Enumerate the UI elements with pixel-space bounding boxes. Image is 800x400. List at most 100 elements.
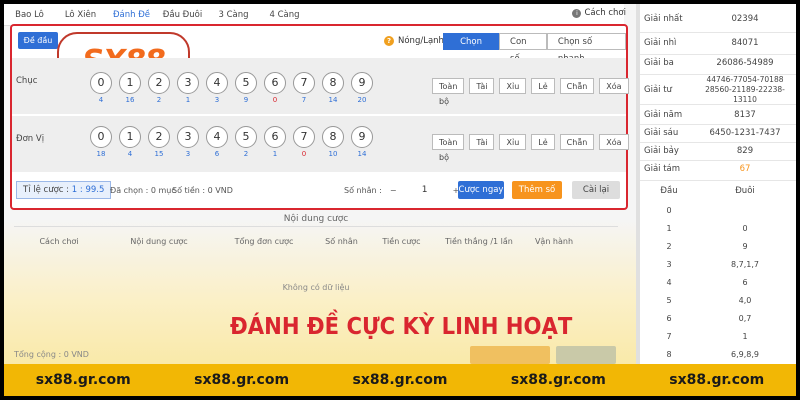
bet-now-button[interactable]: Cược ngay: [458, 181, 504, 199]
miss-count: 3: [214, 96, 220, 104]
multiplier-stepper: Số nhân : − 1 +: [344, 185, 459, 195]
quick-chan-button[interactable]: Chẵn: [559, 78, 595, 94]
ball-item: 14: [119, 126, 141, 158]
result-label: Giải sáu: [644, 128, 679, 138]
help-icon: ?: [384, 36, 394, 46]
quick-chan-button[interactable]: Chẵn: [559, 134, 595, 150]
mode-chon-so[interactable]: Chọn số: [443, 33, 500, 64]
col-van-hanh: Vận hành: [534, 237, 574, 246]
bet-content-title: Nội dung cược: [14, 211, 618, 227]
minus-button[interactable]: −: [390, 186, 397, 195]
odds-label: Tỉ lệ cược :: [23, 185, 70, 195]
tab-4-cang[interactable]: 4 Càng: [259, 4, 310, 26]
faded-button: [470, 346, 550, 364]
miss-count: 9: [243, 96, 249, 104]
dau-duoi-header: Đầu Đuôi: [644, 186, 796, 196]
miss-count: 18: [96, 150, 106, 158]
result-value: 6450-1231-7437: [709, 128, 781, 138]
number-ball[interactable]: 6: [264, 72, 286, 94]
balls-chuc: 04 1 16 22 31 43 59 60 77 8 14 9 20: [90, 72, 373, 104]
ball-item: 8 10: [322, 126, 344, 158]
quick-tai-button[interactable]: Tài: [469, 134, 495, 150]
dau-cell: 4: [666, 278, 672, 287]
faded-button: [556, 346, 616, 364]
ball-item: 60: [264, 72, 286, 104]
divider: [640, 54, 796, 55]
result-label: Giải năm: [644, 110, 683, 120]
dau-duoi-row: 0: [644, 206, 796, 215]
result-value: 84071: [731, 38, 759, 48]
quick-xiu-button[interactable]: Xỉu: [499, 134, 527, 150]
miss-count: 0: [301, 150, 307, 158]
number-ball[interactable]: 0: [90, 126, 112, 148]
ball-item: 46: [206, 126, 228, 158]
reset-button[interactable]: Cài lại: [572, 181, 620, 199]
tab-danh-de[interactable]: Đánh Đề: [106, 4, 157, 26]
number-ball[interactable]: 9: [351, 72, 373, 94]
tab-dau-duoi[interactable]: Đầu Đuôi: [157, 4, 208, 26]
result-value: 44746-77054-70188 28560-21189-22238-1311…: [705, 75, 785, 104]
quick-select-don-vi: Toàn bộ Tài Xỉu Lẻ Chẵn Xóa: [432, 134, 629, 162]
ball-item: 31: [177, 72, 199, 104]
dau-cell: 8: [666, 350, 672, 359]
number-ball[interactable]: 3: [177, 72, 199, 94]
number-ball[interactable]: 7: [293, 126, 315, 148]
ball-item: 1 16: [119, 72, 141, 104]
number-ball[interactable]: 8: [322, 126, 344, 148]
miss-count: 4: [98, 96, 104, 104]
number-ball[interactable]: 8: [322, 72, 344, 94]
duoi-cell: 9: [742, 242, 748, 251]
quick-tai-button[interactable]: Tài: [469, 78, 495, 94]
miss-count: 16: [125, 96, 135, 104]
number-ball[interactable]: 4: [206, 126, 228, 148]
divider: [640, 160, 796, 161]
result-label: Giải tám: [644, 164, 681, 174]
number-ball[interactable]: 9: [351, 126, 373, 148]
mode-chon-so-nhanh[interactable]: Chọn số nhanh: [546, 33, 626, 64]
number-ball[interactable]: 2: [148, 126, 170, 148]
de-dau-button[interactable]: Đề đầu: [18, 32, 58, 49]
number-ball[interactable]: 3: [177, 126, 199, 148]
hot-cold-label: Nóng/Lạnh: [398, 36, 444, 46]
number-ball[interactable]: 5: [235, 126, 257, 148]
quick-le-button[interactable]: Lẻ: [531, 78, 555, 94]
col-tien-cuoc: Tiền cược: [382, 237, 421, 246]
multiplier-input[interactable]: 1: [405, 185, 445, 195]
quick-clear-button[interactable]: Xóa: [599, 134, 629, 150]
row-chuc: Chục 04 1 16 22 31 43 59 60 77 8 14 9 20 To…: [12, 58, 629, 114]
footer-domain: sx88.gr.com: [194, 372, 290, 388]
quick-le-button[interactable]: Lẻ: [531, 134, 555, 150]
number-ball[interactable]: 6: [264, 126, 286, 148]
ball-item: 70: [293, 126, 315, 158]
number-ball[interactable]: 2: [148, 72, 170, 94]
row-label-don-vi: Đơn Vị: [16, 134, 45, 144]
quick-xiu-button[interactable]: Xỉu: [499, 78, 527, 94]
duoi-cell: [694, 206, 796, 215]
quick-clear-button[interactable]: Xóa: [599, 78, 629, 94]
tab-bao-lo[interactable]: Bao Lô: [4, 4, 55, 26]
duoi-cell: 0: [742, 224, 748, 233]
how-to-play-label: Cách chơi: [584, 8, 626, 18]
number-ball[interactable]: 5: [235, 72, 257, 94]
tab-3-cang[interactable]: 3 Càng: [208, 4, 259, 26]
how-to-play-link[interactable]: i Cách chơi: [572, 8, 626, 18]
add-number-button[interactable]: Thêm số: [512, 181, 562, 199]
number-ball[interactable]: 0: [90, 72, 112, 94]
miss-count: 7: [301, 96, 307, 104]
quick-select-chuc: Toàn bộ Tài Xỉu Lẻ Chẵn Xóa: [432, 78, 629, 106]
quick-all-button[interactable]: Toàn bộ: [432, 134, 465, 162]
number-ball[interactable]: 1: [119, 72, 141, 94]
number-ball[interactable]: 7: [293, 72, 315, 94]
ball-item: 9 20: [351, 72, 373, 104]
mode-con-so[interactable]: Con số: [499, 33, 547, 64]
result-label: Giải bảy: [644, 146, 679, 156]
tab-lo-xien[interactable]: Lô Xiên: [55, 4, 106, 26]
number-ball[interactable]: 4: [206, 72, 228, 94]
quick-all-button[interactable]: Toàn bộ: [432, 78, 465, 106]
ball-item: 22: [148, 72, 170, 104]
footer-domain: sx88.gr.com: [510, 372, 606, 388]
miss-count: 2: [243, 150, 249, 158]
number-ball[interactable]: 1: [119, 126, 141, 148]
miss-count: 10: [328, 150, 338, 158]
hot-cold-toggle[interactable]: ? Nóng/Lạnh: [384, 36, 444, 46]
